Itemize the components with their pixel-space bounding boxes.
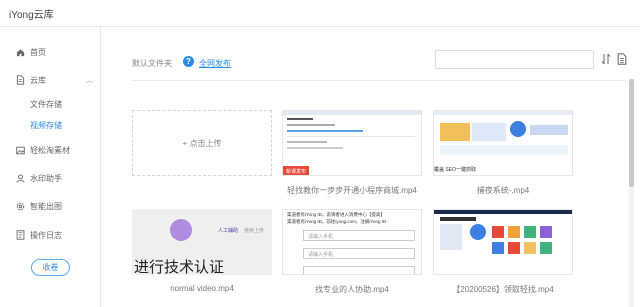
sidebar-subitem-video-storage[interactable]: 视频存储 — [30, 120, 62, 131]
thumb-tile — [508, 226, 520, 238]
thumb-caption: 覆盖 SEO一键抓取 — [434, 167, 476, 173]
sidebar-item-materials[interactable]: 轻松淘素材 — [0, 142, 100, 158]
sidebar-item-label: 操作日志 — [30, 230, 62, 240]
log-icon — [16, 230, 25, 240]
thumb-progress-line — [287, 130, 363, 132]
thumb-tile — [492, 226, 504, 238]
thumb-badge: 新课发布 — [283, 166, 309, 175]
thumb-tile — [540, 242, 552, 254]
thumb-text: 渠道者有iYong ID，前往iyong.com，注册iYong ID — [287, 219, 387, 224]
thumb-text-line — [287, 147, 343, 149]
sidebar-item-watermark[interactable]: 水印助手 — [0, 170, 100, 186]
app-logo[interactable]: iYong云库 — [9, 6, 54, 21]
thumb-text-line — [440, 217, 476, 221]
thumb-divider — [287, 136, 415, 137]
thumb-tile — [524, 242, 536, 254]
upload-button[interactable]: + 点击上传 — [132, 110, 272, 176]
file-icon — [16, 75, 25, 85]
file-name[interactable]: 【20200526】领取轻找.mp4 — [433, 284, 573, 295]
thumb-text-line — [287, 124, 335, 126]
video-thumbnail[interactable]: 渠道者有iYong ID，说请者进入消费中心【提高】 渠道者有iYong ID，… — [282, 209, 422, 275]
thumb-image-block — [530, 125, 568, 135]
thumb-image-block — [440, 123, 470, 141]
thumb-header-bar — [434, 111, 572, 115]
sidebar-item-label: 智能出图 — [30, 201, 62, 211]
chevron-up-icon[interactable]: ︿ — [86, 75, 93, 85]
sidebar-item-label: 首页 — [30, 47, 46, 57]
thumb-overlay-text: 进行技术认证 — [134, 259, 225, 275]
default-folder-label: 默认文件夹 — [132, 59, 172, 68]
sidebar-subitem-file-storage[interactable]: 文件存储 — [30, 99, 62, 110]
thumb-tile — [524, 226, 536, 238]
image-icon — [16, 146, 25, 155]
toolbar-divider — [132, 80, 626, 81]
thumb-header-bar — [283, 111, 421, 115]
file-name[interactable]: normal video.mp4 — [132, 284, 272, 293]
sidebar-item-log[interactable]: 操作日志 — [0, 227, 100, 243]
file-name[interactable]: 捕夜系统-.mp4 — [433, 185, 573, 196]
publish-all-link[interactable]: 全网发布 — [199, 58, 231, 69]
thumb-circle — [510, 121, 526, 137]
sidebar-item-home[interactable]: 首页 — [0, 44, 100, 60]
thumb-circle — [470, 224, 486, 240]
help-icon[interactable]: ? — [183, 56, 194, 67]
thumb-header-bar — [434, 210, 572, 214]
user-icon — [16, 173, 25, 183]
scrollbar-thumb[interactable] — [629, 79, 634, 187]
thumb-button-text: 继续上传 — [244, 228, 265, 234]
thumb-image-block — [440, 145, 568, 155]
sidebar-item-label: 轻松淘素材 — [30, 145, 70, 155]
thumb-input: 请输入手机 — [303, 248, 415, 259]
sidebar-item-label: 云库 — [30, 75, 46, 85]
sidebar-item-cloud[interactable]: 云库 ︿ — [0, 72, 100, 88]
thumb-image-block — [472, 123, 506, 141]
gear-icon — [16, 202, 25, 211]
video-thumbnail[interactable] — [433, 209, 573, 275]
document-icon[interactable] — [617, 53, 627, 65]
main-content: 默认文件夹 ? 全网发布 + 点击上传 新课发布 覆盖 SEO一键抓取 轻找教你… — [101, 27, 640, 307]
thumb-input — [303, 266, 415, 274]
file-name[interactable]: 轻找教你一步步开通小程序商城.mp4 — [282, 185, 422, 196]
thumb-input: 请输入手机 — [303, 230, 415, 241]
top-bar: iYong云库 — [0, 0, 640, 27]
thumb-avatar — [170, 219, 192, 241]
thumb-image-block — [440, 224, 462, 250]
thumb-text: 渠道者有iYong ID，说请者进入消费中心【提高】 — [287, 212, 385, 217]
video-thumbnail[interactable]: 人工辅助 继续上传 进行技术认证 — [132, 209, 272, 275]
thumb-button-text: 人工辅助 — [218, 228, 239, 234]
sidebar: 首页 云库 ︿ 文件存储 视频存储 轻松淘素材 水印助手 智能出图 操作日志 收… — [0, 27, 101, 307]
file-name[interactable]: 找专业的人协助.mp4 — [282, 284, 422, 295]
thumb-text-line — [287, 141, 327, 143]
sidebar-item-label: 水印助手 — [30, 173, 62, 183]
thumb-text-line — [287, 118, 313, 120]
video-thumbnail[interactable]: 覆盖 SEO一键抓取 — [433, 110, 573, 176]
sidebar-item-smart-image[interactable]: 智能出图 — [0, 198, 100, 214]
search-input[interactable] — [435, 50, 594, 69]
video-thumbnail[interactable]: 新课发布 — [282, 110, 422, 176]
thumb-tile — [508, 242, 520, 254]
sort-icon[interactable] — [601, 53, 611, 65]
thumb-tile — [540, 226, 552, 238]
thumb-tile — [492, 242, 504, 254]
collapse-sidebar-button[interactable]: 收卷 — [31, 259, 70, 276]
home-icon — [16, 48, 25, 57]
